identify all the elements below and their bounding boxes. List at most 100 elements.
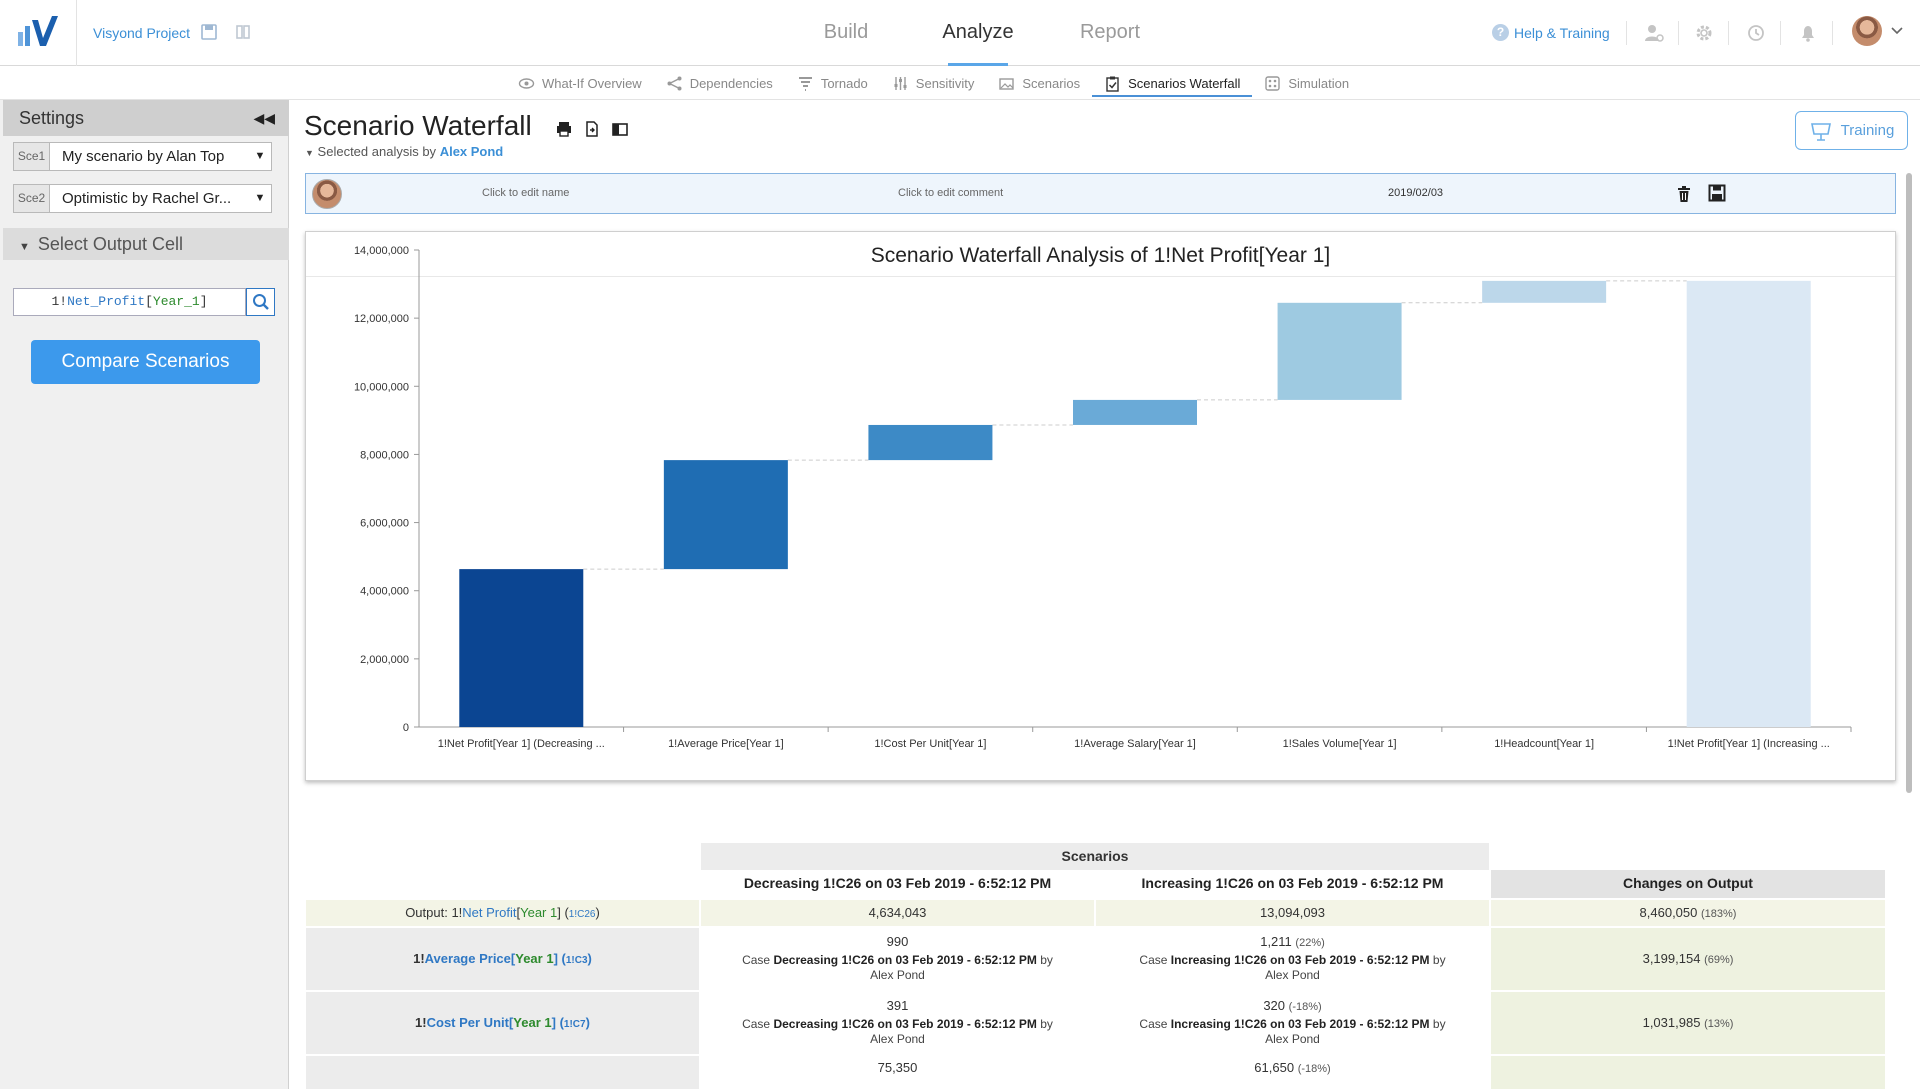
waterfall-bar[interactable] bbox=[868, 424, 993, 461]
waterfall-chart-panel: Scenario Waterfall Analysis of 1!Net Pro… bbox=[305, 231, 1896, 781]
bell-icon[interactable] bbox=[1797, 22, 1819, 44]
waterfall-bar[interactable] bbox=[1482, 280, 1607, 303]
page-title: Scenario Waterfall bbox=[304, 110, 532, 141]
tab-label: Scenarios Waterfall bbox=[1128, 75, 1241, 91]
selected-analysis-info[interactable]: ▼ Selected analysis by Alex Pond bbox=[305, 144, 503, 159]
print-icon[interactable] bbox=[555, 120, 573, 138]
save-icon[interactable] bbox=[1708, 184, 1726, 202]
tab-label: What-If Overview bbox=[542, 75, 642, 91]
edit-comment-field[interactable]: Click to edit comment bbox=[898, 187, 1003, 199]
analysis-date: 2019/02/03 bbox=[1388, 187, 1444, 199]
edit-name-field[interactable]: Click to edit name bbox=[482, 187, 569, 199]
main-nav: Build Analyze Report bbox=[780, 0, 1176, 66]
tab-scenarios[interactable]: Scenarios bbox=[986, 66, 1092, 100]
variable-change-cell: 3,199,154 (69%) bbox=[1491, 928, 1885, 990]
nav-report[interactable]: Report bbox=[1044, 0, 1176, 66]
project-name[interactable]: Visyond Project bbox=[93, 25, 190, 41]
tab-label: Sensitivity bbox=[915, 75, 975, 91]
waterfall-bar[interactable] bbox=[1277, 302, 1402, 400]
x-tick-label: 1!Net Profit[Year 1] (Decreasing ... bbox=[438, 738, 605, 750]
tab-sensitivity[interactable]: Sensitivity bbox=[880, 66, 987, 100]
y-tick-label: 4,000,000 bbox=[360, 586, 409, 598]
history-icon[interactable] bbox=[1745, 22, 1767, 44]
eye-icon bbox=[518, 77, 535, 89]
divider bbox=[1678, 21, 1679, 45]
waterfall-chart: 0 2,000,000 4,000,000 6,000,000 8,000,000 10,… bbox=[354, 245, 1852, 750]
tab-tornado[interactable]: Tornado bbox=[785, 66, 880, 100]
share-icon bbox=[667, 76, 682, 90]
divider bbox=[1728, 21, 1729, 45]
x-tick-label: 1!Headcount[Year 1] bbox=[1494, 738, 1594, 750]
analysis-edit-row: Click to edit name Click to edit comment… bbox=[305, 173, 1896, 214]
waterfall-bar[interactable] bbox=[459, 569, 584, 727]
variable-decreasing-cell: 990 Case Decreasing 1!C26 on 03 Feb 2019… bbox=[701, 928, 1094, 990]
column-header-increasing: Increasing 1!C26 on 03 Feb 2019 - 6:52:1… bbox=[1141, 875, 1444, 891]
output-row-label: Output: 1!Net Profit[Year 1] (1!C26) bbox=[306, 900, 699, 926]
user-avatar[interactable] bbox=[1852, 16, 1882, 46]
nav-analyze[interactable]: Analyze bbox=[912, 0, 1044, 66]
variable-increasing-cell: 61,650 (-18%) bbox=[1096, 1056, 1489, 1089]
search-icon bbox=[252, 294, 269, 310]
settings-title: Settings bbox=[19, 108, 85, 128]
variable-row-label: 1!Cost Per Unit[Year 1] (1!C7) bbox=[306, 992, 699, 1054]
output-change-value: 8,460,050 (183%) bbox=[1491, 900, 1885, 926]
variable-decreasing-cell: 75,350 bbox=[701, 1056, 1094, 1089]
help-label: Help & Training bbox=[1514, 24, 1610, 41]
tab-label: Simulation bbox=[1288, 75, 1350, 91]
subtitle-prefix: Selected analysis by bbox=[317, 144, 437, 159]
x-tick-label: 1!Sales Volume[Year 1] bbox=[1283, 738, 1397, 750]
waterfall-bar[interactable] bbox=[1073, 399, 1197, 425]
waterfall-bar[interactable] bbox=[663, 460, 788, 570]
output-cell-field[interactable]: 1!Net_Profit[Year_1] bbox=[13, 288, 246, 316]
divider bbox=[1832, 21, 1833, 45]
variable-increasing-cell: 1,211 (22%) Case Increasing 1!C26 on 03 … bbox=[1096, 928, 1489, 990]
tab-dependencies[interactable]: Dependencies bbox=[654, 66, 785, 100]
y-tick-label: 10,000,000 bbox=[354, 381, 409, 393]
tab-what-if-overview[interactable]: What-If Overview bbox=[506, 66, 654, 100]
scenario-1-value: My scenario by Alan Top bbox=[62, 148, 225, 165]
scenario-1-select[interactable]: Sce1 My scenario by Alan Top ▼ bbox=[13, 142, 272, 171]
caret-down-icon: ▼ bbox=[19, 241, 30, 253]
sliders-icon bbox=[894, 76, 907, 90]
export-file-icon[interactable] bbox=[583, 120, 601, 138]
y-tick-label: 6,000,000 bbox=[360, 518, 409, 530]
question-icon: ? bbox=[1492, 24, 1509, 41]
variable-change-cell bbox=[1491, 1056, 1885, 1089]
y-tick-label: 2,000,000 bbox=[360, 654, 409, 666]
y-tick-label: 14,000,000 bbox=[354, 245, 409, 257]
training-button[interactable]: Training bbox=[1795, 111, 1908, 150]
collapse-panel-icon[interactable]: ◀◀ bbox=[253, 100, 275, 136]
scenario-2-select[interactable]: Sce2 Optimistic by Rachel Gr... ▼ bbox=[13, 184, 272, 213]
book-icon[interactable] bbox=[234, 22, 252, 42]
analysis-subnav: What-If Overview Dependencies Tornado Se… bbox=[0, 66, 1920, 100]
caret-down-icon: ▼ bbox=[305, 148, 314, 158]
trash-icon[interactable] bbox=[1676, 185, 1692, 203]
variable-row-label: 1!Average Price[Year 1] (1!C3) bbox=[306, 928, 699, 990]
tornado-icon bbox=[798, 76, 812, 91]
user-settings-icon[interactable] bbox=[1643, 22, 1665, 44]
nav-build[interactable]: Build bbox=[780, 0, 912, 66]
tab-scenarios-waterfall[interactable]: Scenarios Waterfall bbox=[1092, 66, 1253, 100]
tab-simulation[interactable]: Simulation bbox=[1252, 66, 1361, 100]
variable-decreasing-cell: 391 Case Decreasing 1!C26 on 03 Feb 2019… bbox=[701, 992, 1094, 1054]
help-training-link[interactable]: ? Help & Training bbox=[1492, 24, 1610, 41]
compare-scenarios-button[interactable]: Compare Scenarios bbox=[31, 340, 260, 384]
dice-icon bbox=[1265, 75, 1281, 91]
y-tick-label: 12,000,000 bbox=[354, 313, 409, 325]
waterfall-bar[interactable] bbox=[1686, 280, 1811, 727]
chevron-down-icon[interactable] bbox=[1890, 24, 1904, 38]
select-output-cell-header[interactable]: ▼ Select Output Cell bbox=[3, 228, 289, 260]
caret-down-icon: ▼ bbox=[254, 150, 266, 162]
search-button[interactable] bbox=[246, 288, 275, 316]
variable-increasing-cell: 320 (-18%) Case Increasing 1!C26 on 03 F… bbox=[1096, 992, 1489, 1054]
output-decreasing-value: 4,634,043 bbox=[701, 900, 1094, 926]
save-icon[interactable] bbox=[200, 22, 218, 42]
scrollbar-thumb[interactable] bbox=[1906, 173, 1912, 793]
subtitle-author[interactable]: Alex Pond bbox=[440, 144, 504, 159]
output-increasing-value: 13,094,093 bbox=[1096, 900, 1489, 926]
gear-icon[interactable] bbox=[1693, 22, 1715, 44]
divider bbox=[1626, 21, 1627, 45]
visyond-logo-icon[interactable] bbox=[16, 14, 60, 48]
layout-panel-icon[interactable] bbox=[611, 120, 629, 138]
x-tick-label: 1!Average Salary[Year 1] bbox=[1074, 738, 1196, 750]
